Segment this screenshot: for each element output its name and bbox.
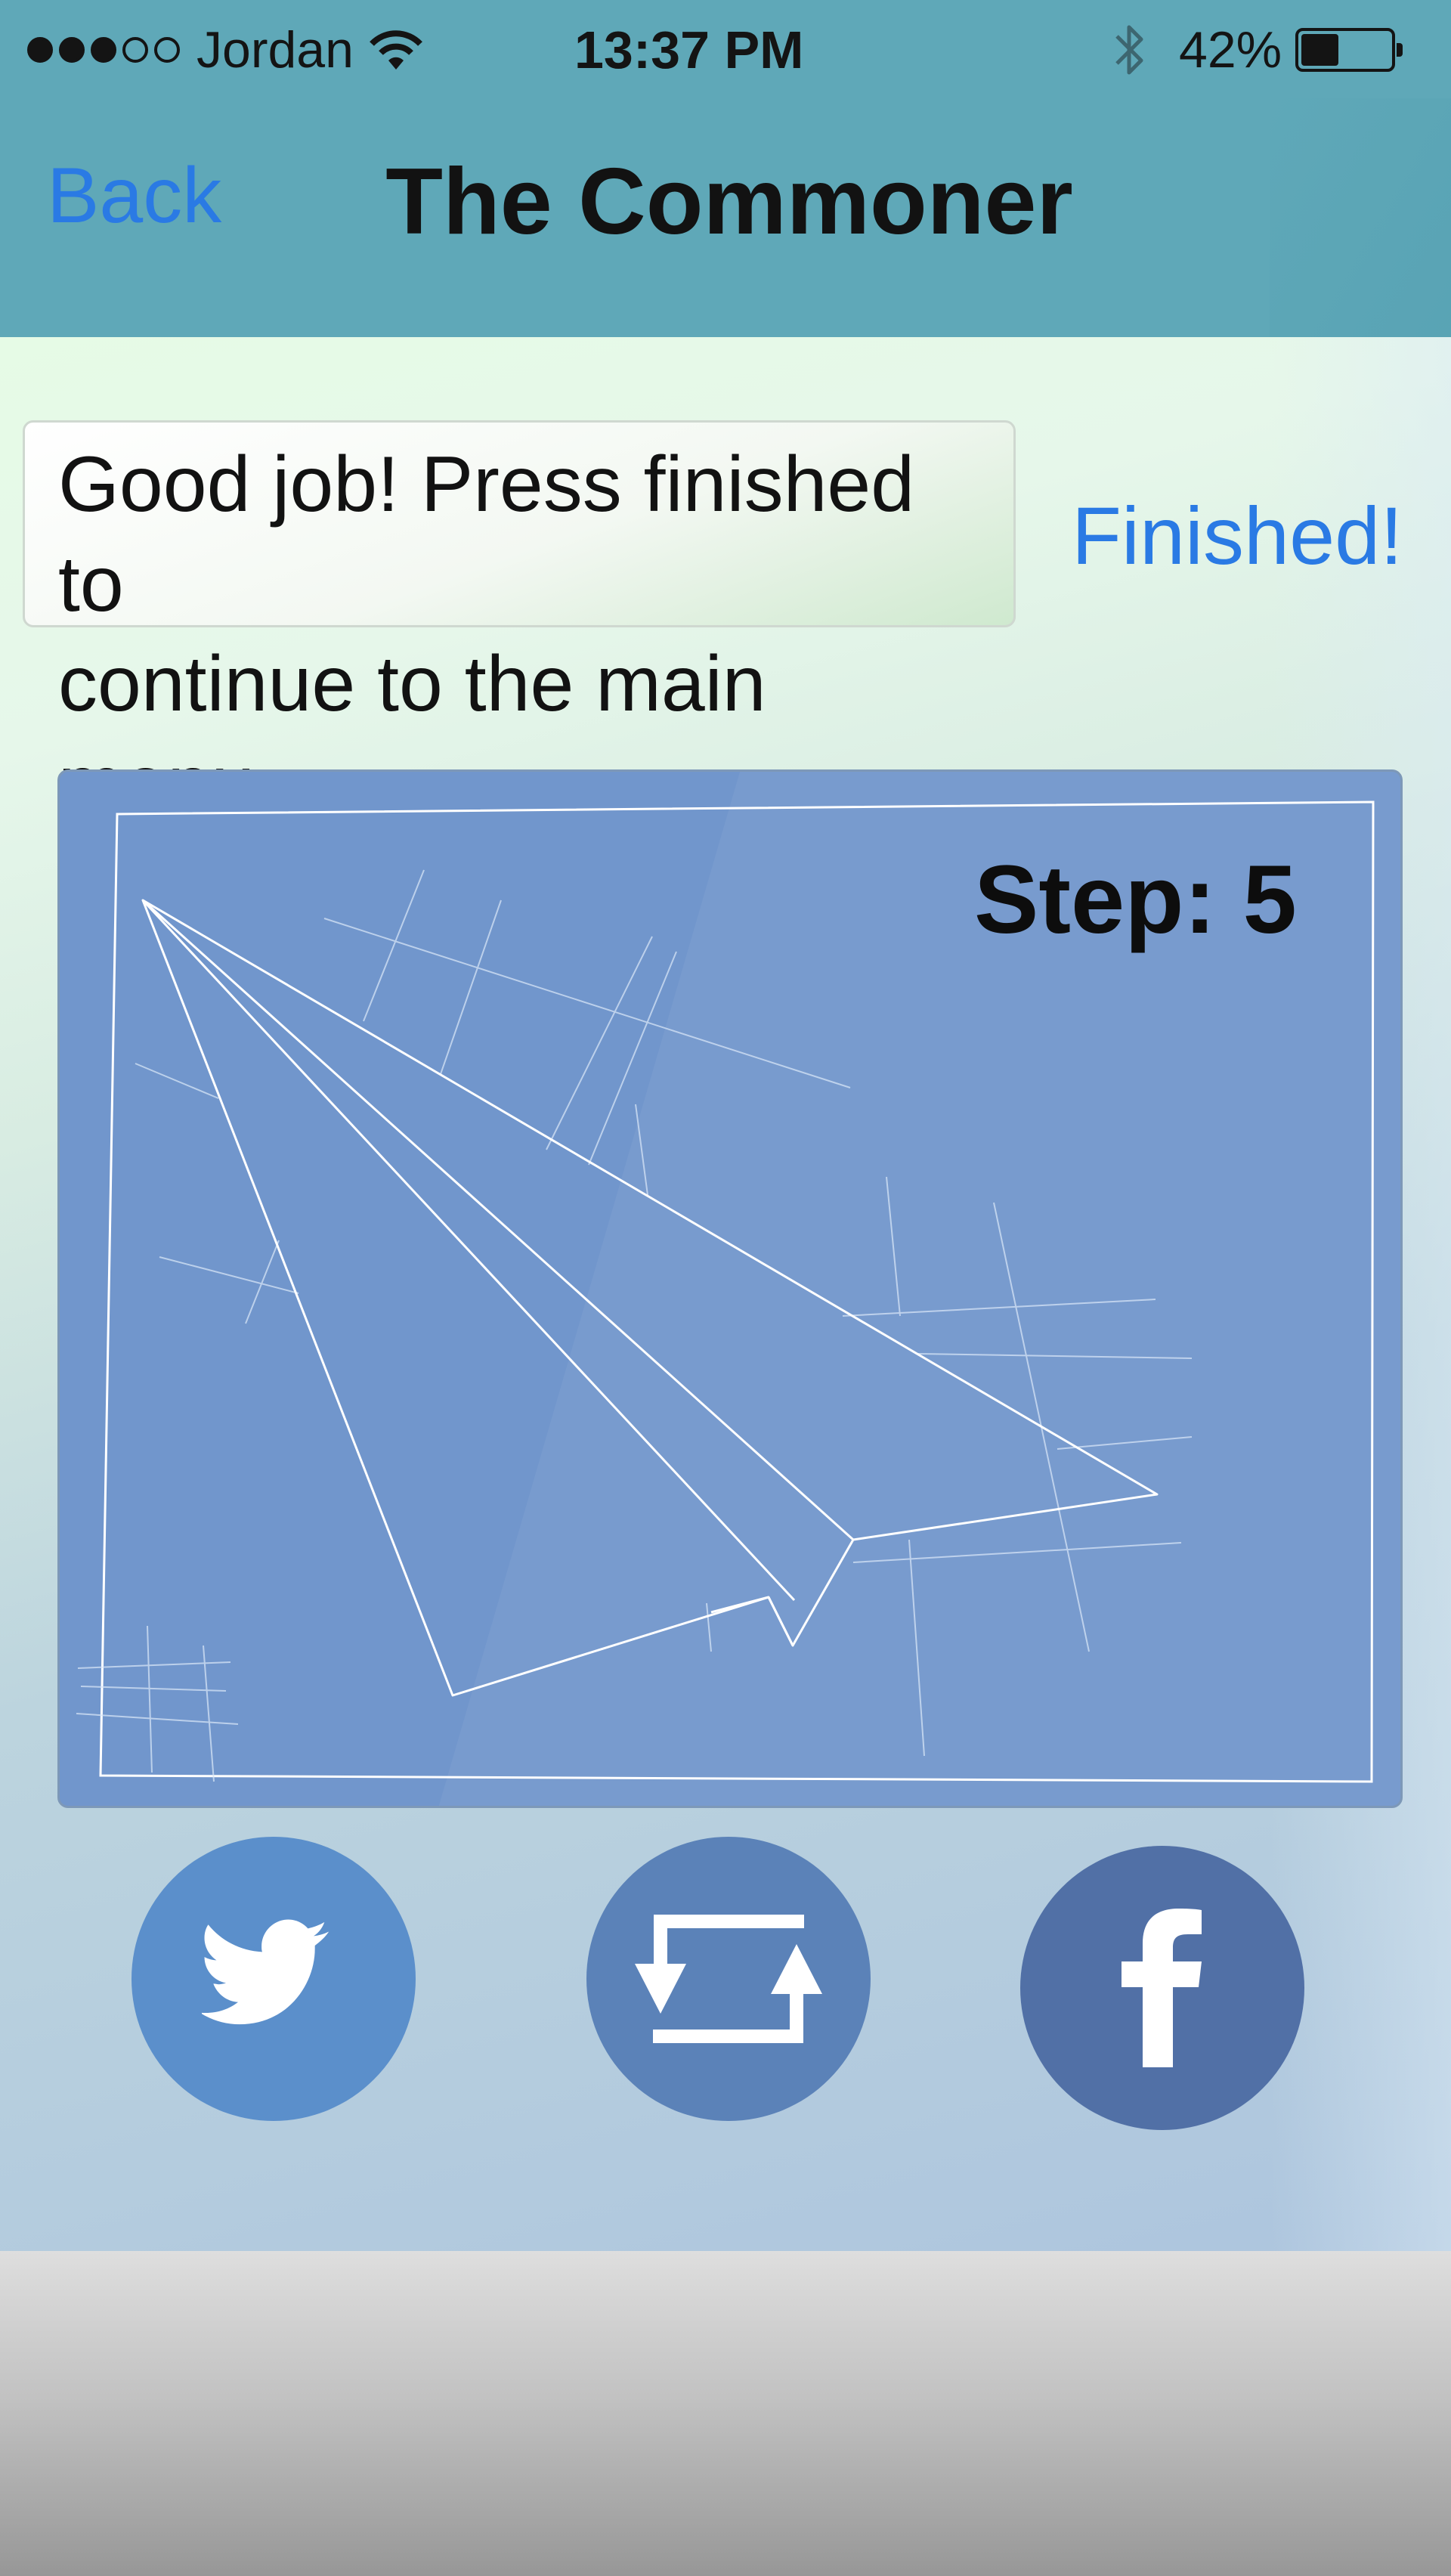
wifi-icon: [370, 30, 422, 70]
battery-nub: [1397, 43, 1403, 57]
signal-dot: [122, 37, 148, 63]
bottom-panel: [0, 2251, 1451, 2576]
status-bar: Jordan 13:37 PM 42%: [0, 0, 1451, 98]
instruction-message: Good job! Press finished to continue to …: [23, 420, 1016, 828]
signal-strength-icon: [27, 37, 180, 63]
battery-level: [1301, 34, 1339, 66]
status-right: 42%: [1111, 20, 1403, 80]
status-time: 13:37 PM: [574, 20, 804, 79]
instruction-line-1: Good job! Press finished to: [58, 441, 915, 628]
bluetooth-icon: [1115, 25, 1143, 75]
carrier-name: Jordan: [196, 21, 354, 79]
finished-button[interactable]: Finished!: [1072, 488, 1403, 583]
page-title: The Commoner: [385, 150, 1073, 254]
repost-arrows-icon: [635, 1915, 822, 2043]
signal-dot: [27, 37, 53, 63]
status-left: Jordan: [27, 20, 423, 80]
main-content: Good job! Press finished to continue to …: [0, 337, 1451, 2251]
facebook-f-icon: [1122, 1909, 1202, 2067]
step-label: Step: 5: [974, 846, 1297, 954]
facebook-share-button[interactable]: [1020, 1846, 1304, 2130]
repost-share-button[interactable]: [586, 1837, 871, 2121]
signal-dot: [59, 37, 85, 63]
twitter-share-button[interactable]: [131, 1837, 416, 2121]
battery-icon: [1295, 28, 1403, 72]
blueprint-panel: Step: 5: [57, 769, 1403, 1808]
twitter-bird-icon: [202, 1919, 329, 2025]
signal-dot: [154, 37, 180, 63]
signal-dot: [91, 37, 116, 63]
battery-percentage: 42%: [1179, 21, 1282, 79]
